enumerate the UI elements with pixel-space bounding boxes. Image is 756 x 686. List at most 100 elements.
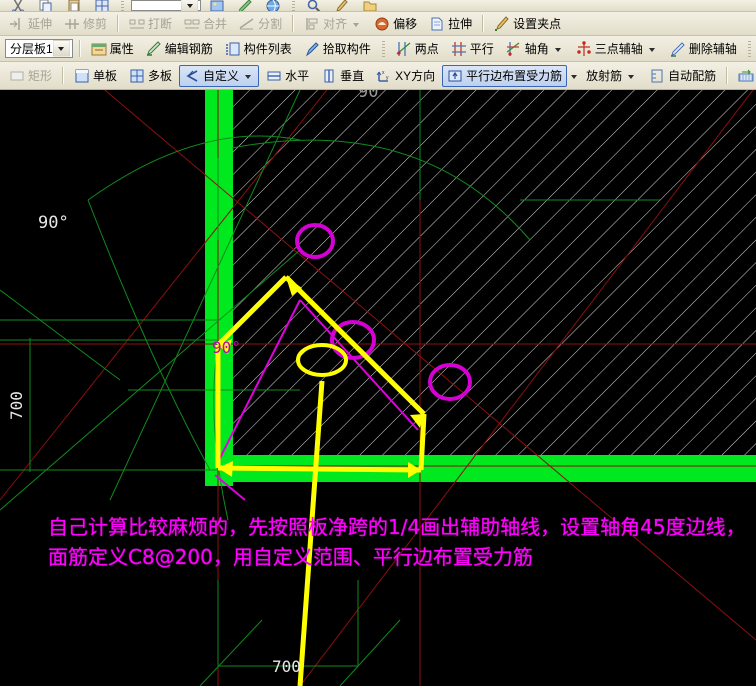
custom-range-label: 自定义 bbox=[203, 68, 240, 83]
split-label: 分割 bbox=[258, 16, 283, 31]
application-window: 90° 90° 90° 700 700 自己计算比较麻烦的，先按照板净跨的1/4… bbox=[0, 0, 756, 686]
toolbar-divider bbox=[62, 67, 65, 84]
copy-icon[interactable] bbox=[33, 0, 59, 11]
vertical-button[interactable]: 垂直 bbox=[316, 65, 369, 87]
brush-icon[interactable] bbox=[329, 0, 355, 11]
svg-text:x: x bbox=[382, 70, 385, 76]
angle-label-corner: 90° bbox=[212, 338, 241, 357]
set-grip-button[interactable]: 设置夹点 bbox=[489, 13, 566, 35]
cad-vector-scene: 90° 90° 90° 700 700 bbox=[0, 0, 756, 686]
stretch-button[interactable]: 拉伸 bbox=[424, 13, 477, 35]
pick-component-button[interactable]: 拾取构件 bbox=[299, 38, 376, 60]
horizontal-button[interactable]: 水平 bbox=[261, 65, 314, 87]
slab-hatch-region bbox=[228, 86, 756, 462]
extend-button[interactable]: 延伸 bbox=[4, 13, 57, 35]
radial-rebar-button[interactable]: 放射筋 bbox=[581, 66, 642, 86]
pick-component-label: 拾取构件 bbox=[322, 41, 371, 56]
swap-annotation-button[interactable]: 交换左右标注 bbox=[733, 65, 756, 87]
parallel-edge-rebar-dropdown-icon[interactable] bbox=[571, 74, 578, 79]
toolbar-divider bbox=[292, 0, 295, 11]
delete-aux-axis-label: 删除辅轴 bbox=[688, 41, 737, 56]
edit-rebar-button[interactable]: 编辑钢筋 bbox=[141, 38, 218, 60]
xy-direction-button[interactable]: xy XY方向 bbox=[371, 65, 440, 87]
align-button[interactable]: 对齐 bbox=[299, 13, 367, 35]
auto-rebar-button[interactable]: 自动配筋 bbox=[644, 65, 721, 87]
chevron-down-icon[interactable] bbox=[554, 47, 561, 52]
folder-icon[interactable] bbox=[357, 0, 383, 11]
parallel-axis-button[interactable]: 平行 bbox=[446, 38, 499, 60]
paste-icon[interactable] bbox=[61, 0, 87, 11]
globe-icon[interactable] bbox=[260, 0, 286, 11]
chevron-down-icon[interactable] bbox=[245, 74, 252, 79]
dimension-label-bottom: 700 bbox=[272, 657, 301, 676]
single-slab-label: 单板 bbox=[93, 68, 118, 83]
pen-icon[interactable] bbox=[232, 0, 258, 11]
toolbar-divider bbox=[381, 40, 385, 57]
custom-range-button[interactable]: 自定义 bbox=[179, 64, 260, 87]
rectangle-label: 矩形 bbox=[28, 68, 53, 83]
two-point-axis-button[interactable]: 两点 bbox=[391, 38, 444, 60]
image-icon[interactable] bbox=[204, 0, 230, 11]
break-button[interactable]: 打断 bbox=[124, 13, 177, 35]
merge-label: 合并 bbox=[203, 16, 228, 31]
xy-direction-label: XY方向 bbox=[395, 68, 436, 83]
dimension-label-left: 700 bbox=[7, 391, 26, 420]
toolbar-divider bbox=[78, 40, 81, 57]
chevron-down-icon[interactable] bbox=[628, 74, 635, 79]
grid-icon[interactable] bbox=[89, 0, 115, 11]
vertical-label: 垂直 bbox=[340, 68, 365, 83]
single-slab-button[interactable]: 单板 bbox=[69, 65, 122, 87]
horizontal-label: 水平 bbox=[285, 68, 310, 83]
align-label: 对齐 bbox=[323, 16, 348, 31]
offset-label: 偏移 bbox=[393, 16, 418, 31]
axis-angle-button[interactable]: 轴角 bbox=[501, 38, 569, 60]
cad-drawing-canvas[interactable]: 90° 90° 90° 700 700 自己计算比较麻烦的，先按照板净跨的1/4… bbox=[0, 0, 756, 686]
offset-button[interactable]: 偏移 bbox=[369, 13, 422, 35]
two-point-axis-label: 两点 bbox=[414, 41, 439, 56]
toolbar-divider bbox=[726, 67, 729, 84]
toolbar-divider bbox=[117, 15, 120, 32]
toolbar-edit[interactable]: 延伸 修剪 打断 合并 分割 对齐 偏移 拉伸 设置夹点 bbox=[0, 12, 756, 36]
trim-label: 修剪 bbox=[83, 16, 108, 31]
clipped-combo[interactable] bbox=[131, 0, 201, 11]
properties-button[interactable]: 属性 bbox=[86, 38, 139, 60]
split-button[interactable]: 分割 bbox=[234, 13, 287, 35]
layer-select[interactable]: 分层板1 bbox=[5, 39, 73, 58]
toolbar-rebar-layout[interactable]: 矩形 单板 多板 自定义 水平 垂直 xy XY方向 平行边布置受力筋 放射筋 … bbox=[0, 62, 756, 90]
radial-rebar-label: 放射筋 bbox=[586, 68, 623, 83]
properties-label: 属性 bbox=[109, 41, 134, 56]
toolbar-divider bbox=[292, 15, 295, 32]
merge-button[interactable]: 合并 bbox=[179, 13, 232, 35]
parallel-edge-rebar-button[interactable]: 平行边布置受力筋 bbox=[442, 64, 568, 87]
set-grip-label: 设置夹点 bbox=[513, 16, 562, 31]
multi-slab-button[interactable]: 多板 bbox=[124, 65, 177, 87]
extend-label: 延伸 bbox=[28, 16, 53, 31]
layer-select-value: 分层板1 bbox=[10, 42, 53, 56]
component-list-button[interactable]: 构件列表 bbox=[220, 38, 297, 60]
trim-button[interactable]: 修剪 bbox=[59, 13, 112, 35]
cut-icon[interactable] bbox=[5, 0, 31, 11]
rectangle-button[interactable]: 矩形 bbox=[4, 65, 57, 87]
zoom-icon[interactable] bbox=[301, 0, 327, 11]
chevron-down-icon[interactable] bbox=[52, 40, 70, 57]
component-list-label: 构件列表 bbox=[243, 41, 292, 56]
three-point-aux-axis-label: 三点辅轴 bbox=[594, 41, 643, 56]
toolbar-component[interactable]: 分层板1 属性 编辑钢筋 构件列表 拾取构件 两点 平行 轴角 三点辅轴 删除辅… bbox=[0, 36, 756, 62]
chevron-down-icon[interactable] bbox=[648, 47, 655, 52]
angle-label-left: 90° bbox=[38, 213, 69, 233]
parallel-edge-rebar-label: 平行边布置受力筋 bbox=[466, 68, 563, 83]
toolbar-clipped-top[interactable] bbox=[0, 0, 756, 12]
stretch-label: 拉伸 bbox=[448, 16, 473, 31]
parallel-axis-label: 平行 bbox=[469, 41, 494, 56]
edit-rebar-label: 编辑钢筋 bbox=[164, 41, 213, 56]
chevron-down-icon[interactable] bbox=[353, 22, 360, 27]
auto-rebar-label: 自动配筋 bbox=[668, 68, 717, 83]
toolbar-divider bbox=[747, 40, 751, 57]
delete-aux-axis-button[interactable]: 删除辅轴 bbox=[665, 38, 742, 60]
three-point-aux-axis-button[interactable]: 三点辅轴 bbox=[571, 38, 663, 60]
svg-text:y: y bbox=[386, 75, 389, 81]
break-label: 打断 bbox=[148, 16, 173, 31]
toolbar-divider bbox=[482, 15, 485, 32]
toolbar-divider bbox=[121, 0, 124, 11]
multi-slab-label: 多板 bbox=[148, 68, 173, 83]
